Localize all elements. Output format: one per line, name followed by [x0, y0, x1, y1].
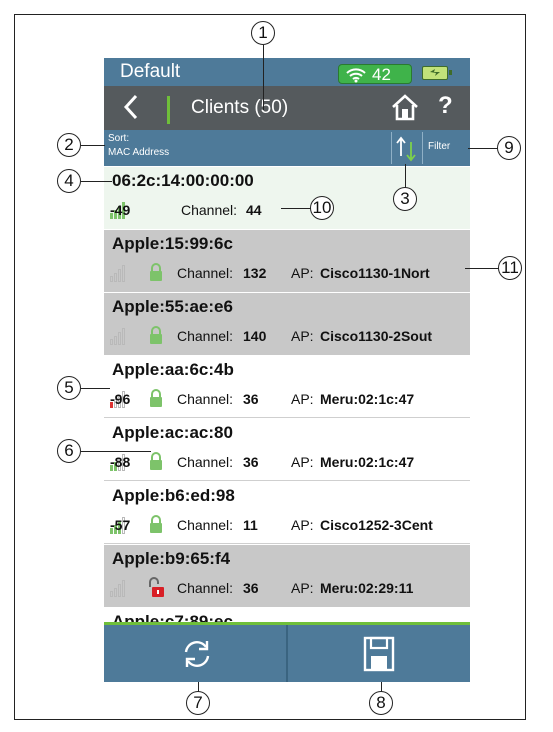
callout-leader — [81, 181, 112, 183]
client-name: Apple:ac:ac:80 — [112, 423, 233, 442]
lock-open-icon — [149, 577, 164, 597]
save-button[interactable] — [288, 625, 470, 682]
ap-value: Meru:02:1c:47 — [320, 454, 415, 470]
callout-leader — [281, 208, 311, 210]
signal-bars-icon — [110, 579, 128, 597]
client-name: Apple:15:99:6c — [112, 234, 233, 253]
channel-value: 36 — [243, 580, 259, 596]
sort-arrows-icon — [396, 136, 416, 162]
nav-divider — [167, 96, 170, 124]
ap-value: Cisco1130-1Nort — [320, 265, 430, 281]
callout-leader — [468, 148, 498, 150]
channel-label: Channel: — [177, 328, 234, 344]
callout-8: 8 — [369, 691, 393, 715]
callout-7: 7 — [186, 691, 210, 715]
channel-label: Channel: — [177, 580, 234, 596]
callout-2: 2 — [57, 133, 81, 157]
lock-closed-icon — [150, 389, 162, 407]
channel-value: 36 — [243, 391, 259, 407]
back-arrow-icon[interactable] — [118, 90, 144, 124]
callout-4: 4 — [57, 169, 81, 193]
lock-closed-icon — [150, 263, 162, 281]
ap-value: Meru:02:29:11 — [320, 580, 414, 596]
client-name: 06:2c:14:00:00:00 — [112, 171, 254, 190]
client-name: Apple:55:ae:e6 — [112, 297, 233, 316]
channel-label: Channel: — [177, 517, 234, 533]
channel-label: Channel: — [177, 265, 234, 281]
channel-value: 44 — [246, 202, 262, 218]
filter-button[interactable]: Filter — [428, 141, 450, 152]
help-icon[interactable]: ? — [438, 92, 453, 120]
channel-label: Channel: — [177, 391, 234, 407]
channel-value: 140 — [243, 328, 267, 344]
ap-value: Meru:02:1c:47 — [320, 391, 415, 407]
channel-value: 36 — [243, 454, 259, 470]
client-name: Apple:aa:6c:4b — [112, 360, 234, 379]
callout-11: 11 — [498, 256, 522, 280]
wifi-icon — [346, 68, 366, 83]
client-list: 06:2c:14:00:00:00 -49 Channel: 44 Apple:… — [104, 166, 470, 624]
sort-label: Sort: — [108, 133, 130, 144]
rssi-value: -57 — [110, 517, 131, 533]
callout-leader — [263, 45, 265, 110]
channel-label: Channel: — [177, 454, 234, 470]
profile-name: Default — [120, 61, 181, 82]
client-name: Apple:b6:ed:98 — [112, 486, 235, 505]
refresh-button[interactable] — [104, 625, 288, 682]
page-title: Clients (50) — [191, 97, 289, 118]
sort-field-button[interactable]: MAC Address — [108, 147, 169, 158]
ap-label: AP: — [291, 580, 314, 596]
channel-value: 132 — [243, 265, 267, 281]
channel-label: Channel: — [181, 202, 238, 218]
nav-bar: Clients (50) ? — [104, 86, 470, 130]
status-bar: Default 42 — [104, 58, 470, 86]
callout-leader — [465, 268, 499, 270]
lock-closed-icon — [150, 515, 162, 533]
home-icon[interactable] — [390, 92, 420, 122]
rssi-value: -49 — [110, 202, 131, 218]
lock-closed-icon — [150, 326, 162, 344]
callout-1: 1 — [251, 21, 275, 45]
callout-leader — [81, 451, 151, 453]
rssi-value: -88 — [110, 454, 131, 470]
callout-9: 9 — [497, 136, 521, 160]
client-row[interactable]: Apple:aa:6c:4b -96 Channel: 36 AP: Meru:… — [104, 355, 470, 418]
client-row[interactable]: Apple:15:99:6c Channel: 132 AP: Cisco113… — [104, 229, 470, 292]
callout-6: 6 — [57, 439, 81, 463]
save-icon — [363, 636, 395, 672]
callout-5: 5 — [57, 376, 81, 400]
ap-label: AP: — [291, 517, 314, 533]
lock-closed-icon — [150, 452, 162, 470]
signal-bars-icon — [110, 327, 128, 345]
signal-bars-icon — [110, 264, 128, 282]
client-row[interactable]: Apple:55:ae:e6 Channel: 140 AP: Cisco113… — [104, 292, 470, 355]
ap-label: AP: — [291, 328, 314, 344]
wifi-count: 42 — [372, 65, 391, 84]
sort-order-button[interactable] — [391, 132, 423, 164]
refresh-icon — [184, 641, 210, 667]
bottom-toolbar — [104, 625, 470, 682]
rssi-value: -96 — [110, 391, 131, 407]
callout-leader — [405, 164, 407, 188]
wifi-status-badge[interactable]: 42 — [338, 64, 412, 84]
channel-value: 11 — [243, 517, 258, 533]
client-row[interactable]: Apple:b6:ed:98 -57 Channel: 11 AP: Cisco… — [104, 481, 470, 544]
ap-label: AP: — [291, 454, 314, 470]
callout-leader — [81, 145, 105, 147]
device-screen: Default 42 Clients (50) ? Sort: MAC Addr… — [104, 58, 470, 682]
ap-value: Cisco1130-2Sout — [320, 328, 433, 344]
client-row[interactable]: Apple:b9:65:f4 Channel: 36 AP: Meru:02:2… — [104, 544, 470, 607]
ap-label: AP: — [291, 265, 314, 281]
callout-10: 10 — [310, 196, 334, 220]
sort-bar: Sort: MAC Address Filter — [104, 130, 470, 166]
callout-leader — [81, 388, 110, 390]
ap-value: Cisco1252-3Cent — [320, 517, 433, 533]
client-name: Apple:b9:65:f4 — [112, 549, 231, 568]
battery-icon — [422, 66, 452, 80]
callout-3: 3 — [393, 187, 417, 211]
ap-label: AP: — [291, 391, 314, 407]
client-row[interactable]: Apple:ac:ac:80 -88 Channel: 36 AP: Meru:… — [104, 418, 470, 481]
